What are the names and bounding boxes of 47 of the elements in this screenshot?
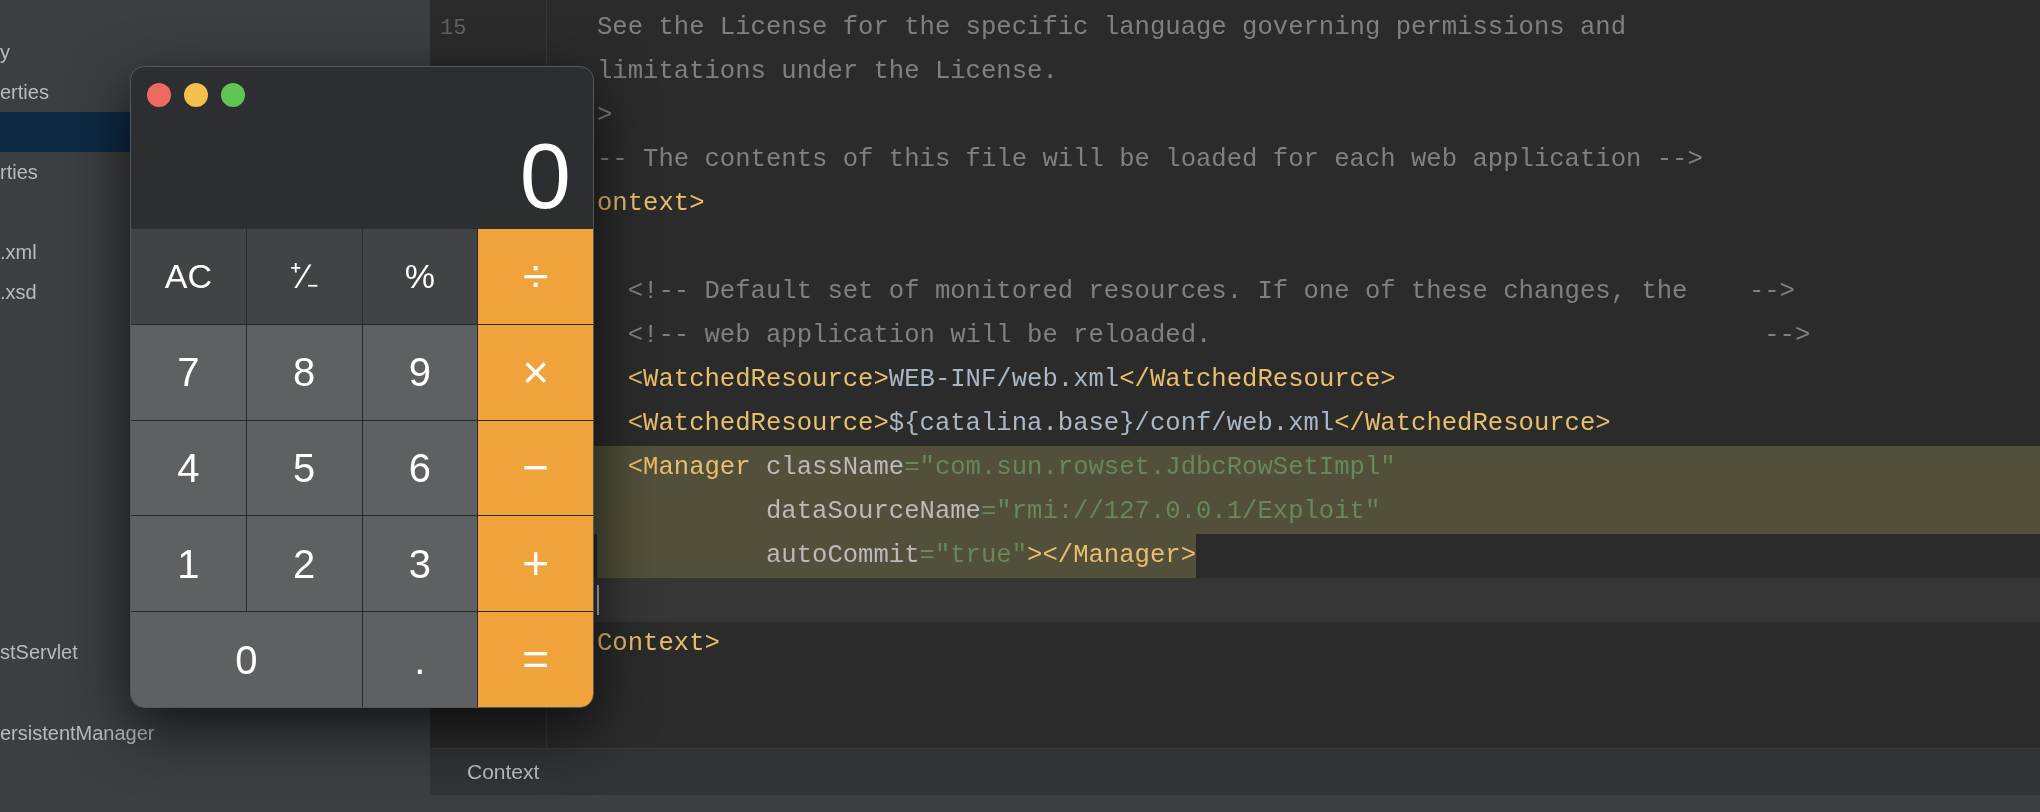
code-token: <Manager xyxy=(626,451,751,484)
code-token: </WatchedResource> xyxy=(1119,363,1396,396)
line-number: 15 xyxy=(440,14,467,43)
tree-item[interactable]: .xsd xyxy=(0,272,37,312)
calculator-key[interactable]: 4 xyxy=(131,420,246,516)
calculator-key[interactable]: 1 xyxy=(131,516,246,612)
code-comment: <!-- web application will be reloaded. --> xyxy=(626,319,1811,352)
calculator-key[interactable]: . xyxy=(362,612,478,707)
zoom-button[interactable] xyxy=(221,83,245,107)
code-token: autoCommit xyxy=(764,539,920,572)
tree-item[interactable]: rties xyxy=(0,152,38,192)
calculator-key[interactable]: 9 xyxy=(362,324,478,420)
text-cursor xyxy=(597,585,599,615)
calculator-key[interactable]: % xyxy=(362,229,478,324)
close-button[interactable] xyxy=(147,83,171,107)
code-token: WEB-INF/web.xml xyxy=(888,363,1120,396)
code-token: className xyxy=(764,451,905,484)
calculator-display: 0 xyxy=(519,130,571,222)
calculator-key[interactable]: ⁺∕₋ xyxy=(246,229,362,324)
code-token: ontext> xyxy=(597,187,705,220)
calculator-key[interactable]: 7 xyxy=(131,324,246,420)
calculator-key[interactable]: 3 xyxy=(362,516,478,612)
tree-item[interactable]: erties xyxy=(0,72,49,112)
code-comment: See the License for the specific language governing permissions and xyxy=(597,11,1627,44)
code-comment: > xyxy=(597,99,613,132)
code-token: </WatchedResource> xyxy=(1334,407,1611,440)
code-token: ${catalina.base}/conf/web.xml xyxy=(888,407,1335,440)
code-comment: limitations under the License. xyxy=(597,55,1058,88)
tree-item[interactable]: stServlet xyxy=(0,632,78,672)
code-token: ></Manager> xyxy=(1027,539,1196,572)
calculator-key[interactable]: 6 xyxy=(362,420,478,516)
tree-item[interactable]: y xyxy=(0,32,10,72)
tree-item[interactable]: ersistentManager xyxy=(0,713,155,753)
code-token: <WatchedResource> xyxy=(626,363,889,396)
calculator-key[interactable]: 8 xyxy=(246,324,362,420)
code-token: <WatchedResource> xyxy=(626,407,889,440)
code-token: dataSourceName xyxy=(764,495,981,528)
code-comment: <!-- Default set of monitored resources. If one of these changes, the --> xyxy=(626,275,1795,308)
breadcrumb-item[interactable]: Context xyxy=(467,756,540,788)
minimize-button[interactable] xyxy=(184,83,208,107)
code-comment: -- The contents of this file will be loaded for each web application --> xyxy=(597,143,1703,176)
tree-item[interactable]: .xml xyxy=(0,232,37,272)
calculator-key[interactable]: AC xyxy=(131,229,246,324)
code-token: Context> xyxy=(597,627,720,660)
calculator-key[interactable]: 5 xyxy=(246,420,362,516)
calculator-key[interactable]: 0 xyxy=(131,612,362,707)
calculator-key[interactable]: 2 xyxy=(246,516,362,612)
